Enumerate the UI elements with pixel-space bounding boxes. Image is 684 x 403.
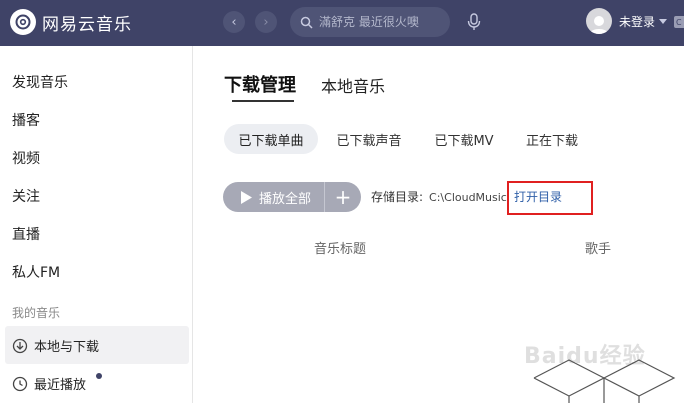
user-silhouette-icon	[589, 16, 609, 34]
subtab-downloading[interactable]: 正在下载	[514, 124, 590, 154]
clock-icon	[12, 376, 28, 391]
chevron-right-icon: ›	[263, 14, 269, 30]
column-header-title[interactable]: 音乐标题	[314, 238, 366, 257]
watermark-text: Baidu经验	[524, 344, 646, 369]
main-content: 下载管理 本地音乐 已下载单曲 已下载声音 已下载MV 正在下载 播放全部 + …	[194, 46, 684, 403]
play-all-group: 播放全部 +	[223, 182, 361, 212]
app-logo[interactable]: 网易云音乐	[10, 9, 132, 35]
highlight-box	[507, 181, 593, 215]
sidebar: 发现音乐 播客 视频 关注 直播 私人FM 我的音乐 本地与下载 最近播放	[0, 46, 193, 403]
search-input[interactable]	[319, 15, 447, 29]
back-button[interactable]: ‹	[223, 11, 245, 33]
skin-label: C	[676, 17, 682, 27]
sidebar-item-video[interactable]: 视频	[12, 148, 40, 168]
baidu-watermark: Baidu经验	[524, 338, 684, 403]
sidebar-item-label: 本地与下载	[34, 340, 100, 355]
subtab-downloaded-mv[interactable]: 已下载MV	[422, 124, 506, 154]
skin-button[interactable]: C	[674, 16, 684, 28]
unread-dot	[96, 373, 102, 379]
user-menu[interactable]: 未登录	[586, 8, 668, 34]
active-tab-indicator	[232, 100, 294, 102]
login-status[interactable]: 未登录	[619, 13, 655, 30]
download-icon	[12, 338, 28, 353]
play-all-label: 播放全部	[259, 191, 312, 207]
forward-button[interactable]: ›	[255, 11, 277, 33]
microphone-icon	[467, 13, 481, 30]
sidebar-section-my-music: 我的音乐	[12, 306, 61, 320]
sidebar-item-live[interactable]: 直播	[12, 224, 40, 244]
play-all-button[interactable]: 播放全部	[223, 182, 325, 212]
storage-directory: 存储目录: C:\CloudMusic	[371, 188, 507, 205]
play-icon	[241, 190, 252, 204]
search-icon	[300, 16, 313, 29]
search-box[interactable]	[290, 7, 450, 37]
add-to-playlist-button[interactable]: +	[325, 182, 361, 212]
avatar[interactable]	[586, 8, 612, 34]
tab-download-manager[interactable]: 下载管理	[224, 71, 296, 97]
sidebar-item-recent-play[interactable]: 最近播放	[12, 374, 86, 393]
chevron-left-icon: ‹	[231, 14, 237, 30]
subtab-downloaded-songs[interactable]: 已下载单曲	[224, 124, 318, 154]
box-sketch-icon	[533, 359, 676, 403]
plus-icon: +	[334, 185, 352, 209]
sidebar-item-label: 最近播放	[34, 378, 87, 393]
sidebar-item-private-fm[interactable]: 私人FM	[12, 262, 60, 282]
column-header-artist[interactable]: 歌手	[585, 238, 611, 257]
subtab-downloaded-audio[interactable]: 已下载声音	[324, 124, 414, 154]
sidebar-item-discover[interactable]: 发现音乐	[12, 72, 68, 92]
tab-local-music[interactable]: 本地音乐	[321, 73, 385, 97]
chevron-down-icon[interactable]	[659, 18, 668, 24]
app-title: 网易云音乐	[42, 14, 132, 35]
sidebar-item-podcast[interactable]: 播客	[12, 110, 40, 130]
storage-path: C:\CloudMusic	[429, 191, 507, 204]
sidebar-item-follow[interactable]: 关注	[12, 186, 40, 206]
voice-search-button[interactable]	[463, 10, 485, 34]
sidebar-item-local-download[interactable]: 本地与下载	[12, 336, 99, 355]
title-bar: 网易云音乐 ‹ › 未登录 C	[0, 0, 684, 46]
storage-label: 存储目录:	[371, 190, 424, 204]
netease-music-logo-icon	[10, 9, 36, 35]
